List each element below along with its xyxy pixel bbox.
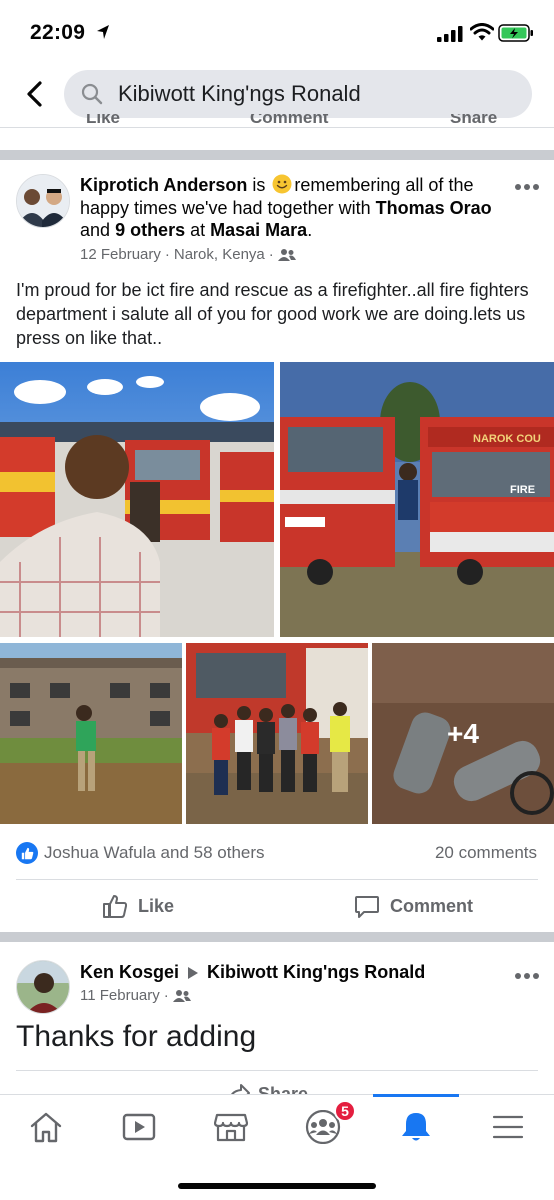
post2-header: Ken Kosgei Kibiwott King'ngs Ronald	[80, 962, 425, 983]
tab-home[interactable]	[24, 1109, 68, 1145]
status-time: 22:09	[30, 21, 86, 44]
home-icon	[30, 1112, 62, 1143]
truck-text-fire: FIRE	[510, 484, 535, 496]
menu-icon	[492, 1115, 524, 1139]
search-icon	[81, 83, 103, 105]
post2-date[interactable]: 11 February	[80, 987, 160, 1004]
header-divider	[0, 127, 554, 128]
post-author[interactable]: Kiprotich Anderson	[80, 175, 247, 195]
groups-notification-badge: 5	[334, 1100, 356, 1122]
post-verb: is	[252, 175, 266, 195]
search-query: Kibiwott King'ngs Ronald	[118, 81, 361, 106]
location-arrow-icon	[97, 25, 109, 39]
previous-share-label[interactable]: Share	[450, 114, 497, 128]
search-input[interactable]: Kibiwott King'ngs Ronald	[64, 70, 532, 118]
post2-actions-divider	[16, 1070, 538, 1071]
arrow-right-icon	[188, 966, 199, 979]
tab-notifications[interactable]	[394, 1109, 438, 1145]
status-bar: 22:09	[0, 0, 554, 64]
feed-separator	[0, 150, 554, 160]
post2-target[interactable]: Kibiwott King'ngs Ronald	[207, 962, 425, 983]
post-photo-4[interactable]	[186, 643, 368, 824]
marketplace-icon	[214, 1113, 248, 1142]
truck-text-narok: NAROK COU	[473, 433, 541, 445]
chevron-left-icon	[27, 81, 42, 107]
post-and: and	[80, 220, 111, 240]
post2-meta: 11 February ·	[80, 987, 191, 1004]
feed-separator	[0, 932, 554, 942]
previous-post-actions: Like Comment Share	[0, 114, 554, 134]
meta-dot: ·	[163, 987, 169, 1004]
tab-menu[interactable]	[486, 1109, 530, 1145]
previous-comment-label[interactable]: Comment	[250, 114, 328, 128]
watch-icon	[122, 1113, 156, 1141]
comments-count[interactable]: 20 comments	[435, 843, 537, 863]
post2-body: Thanks for adding	[16, 1020, 257, 1053]
avatar[interactable]	[16, 960, 70, 1014]
post-header: Kiprotich Anderson is remembering all of…	[80, 174, 500, 242]
reactions-summary[interactable]: Joshua Wafula and 58 others	[16, 842, 265, 864]
post2-author[interactable]: Ken Kosgei	[80, 962, 179, 983]
post-photo-1[interactable]	[0, 362, 274, 637]
battery-icon	[498, 24, 533, 42]
more-options-icon[interactable]	[514, 183, 540, 191]
post-photo-3[interactable]	[0, 643, 182, 824]
comment-label: Comment	[390, 895, 474, 916]
more-options-icon[interactable]	[514, 972, 540, 980]
post-photo-5-more[interactable]: +4	[372, 643, 554, 824]
post-body: I'm proud for be ict fire and rescue as …	[16, 280, 529, 348]
cellular-signal-icon	[437, 26, 463, 42]
post-photo-2[interactable]: NAROK COU FIRE	[280, 362, 554, 637]
smiling-emoji-icon	[272, 174, 292, 194]
like-button[interactable]: Like	[102, 892, 174, 920]
comment-icon	[355, 896, 379, 918]
friends-audience-icon	[277, 248, 296, 261]
tagged-person[interactable]: Thomas Orao	[376, 198, 492, 218]
active-tab-indicator	[373, 1094, 459, 1097]
reactions-text: Joshua Wafula and 58 others	[44, 843, 265, 862]
friends-audience-icon	[172, 989, 191, 1002]
post-period: .	[307, 220, 313, 240]
tab-watch[interactable]	[117, 1109, 161, 1145]
meta-dot: ·	[268, 246, 274, 263]
post-date[interactable]: 12 February	[80, 246, 161, 263]
comment-button[interactable]: Comment	[354, 892, 473, 920]
notifications-icon	[402, 1113, 430, 1141]
post-meta: 12 February · Narok, Kenya ·	[80, 246, 296, 263]
meta-dot: ·	[164, 246, 170, 263]
actions-divider	[16, 879, 538, 880]
tagged-others[interactable]: 9 others	[115, 220, 185, 240]
tab-marketplace[interactable]	[209, 1109, 253, 1145]
previous-like-label[interactable]: Like	[86, 114, 120, 128]
more-photos-count: +4	[372, 643, 554, 824]
wifi-icon	[470, 23, 494, 41]
post-place[interactable]: Masai Mara	[210, 220, 307, 240]
home-indicator	[178, 1183, 376, 1189]
post-at: at	[190, 220, 206, 240]
avatar[interactable]	[16, 174, 70, 228]
post-location[interactable]: Narok, Kenya	[174, 246, 265, 263]
like-label: Like	[138, 895, 175, 916]
back-button[interactable]	[18, 78, 50, 110]
thumbs-up-icon	[103, 895, 128, 918]
like-reaction-icon	[16, 842, 38, 864]
